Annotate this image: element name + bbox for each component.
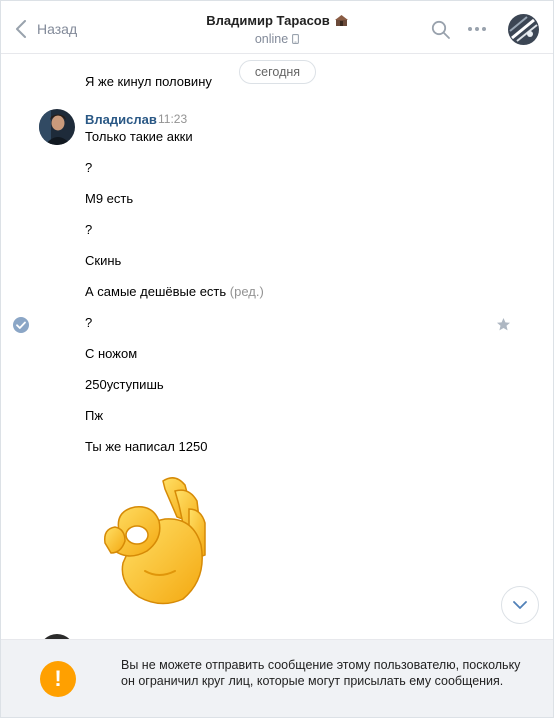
message-text: ? [85, 160, 93, 175]
chat-avatar-image [508, 14, 539, 45]
chat-title-text: Владимир Тарасов [206, 13, 330, 28]
scroll-down-button[interactable] [501, 586, 539, 624]
message-text: ? [85, 315, 93, 330]
message-text: Только такие акки [85, 129, 193, 144]
write-restricted-notice: ! Вы не можете отправить сообщение этому… [1, 639, 553, 717]
online-status: online [1, 32, 553, 46]
star-icon[interactable] [496, 317, 511, 332]
chat-header: Назад Владимир Тарасов online [1, 1, 553, 54]
selected-check-icon[interactable] [12, 316, 30, 334]
message-text: С ножом [85, 346, 138, 361]
house-emoji-icon [334, 15, 348, 26]
more-options-icon[interactable] [467, 25, 487, 33]
ok-hand-sticker[interactable] [101, 475, 209, 607]
chevron-down-icon [513, 601, 527, 609]
message-text: ? [85, 222, 93, 237]
sender-avatar-image [39, 109, 75, 145]
message-text: Я же кинул половину [85, 74, 212, 89]
message-text: Пж [85, 408, 104, 423]
online-status-text: online [254, 32, 289, 46]
message-edited-line: А самые дешёвые есть (ред.) [85, 284, 264, 299]
sender-avatar[interactable] [39, 109, 75, 145]
restriction-text: Вы не можете отправить сообщение этому п… [121, 658, 521, 688]
warning-icon: ! [40, 661, 76, 697]
message-text: 250уступишь [85, 377, 164, 392]
date-separator: сегодня [239, 60, 316, 84]
message-text: А самые дешёвые есть [85, 284, 227, 299]
chat-avatar[interactable] [508, 14, 539, 45]
message-time: 11:23 [158, 112, 188, 126]
sender-name[interactable]: Владислав [85, 112, 157, 127]
edited-label: (ред.) [229, 284, 264, 299]
mobile-phone-icon [292, 34, 300, 44]
chat-window: Назад Владимир Тарасов online сегодня Я … [0, 0, 554, 718]
message-text: M9 есть [85, 191, 134, 206]
message-text: Ты же написал 1250 [85, 439, 208, 454]
message-text: Скинь [85, 253, 122, 268]
search-icon[interactable] [431, 20, 451, 40]
